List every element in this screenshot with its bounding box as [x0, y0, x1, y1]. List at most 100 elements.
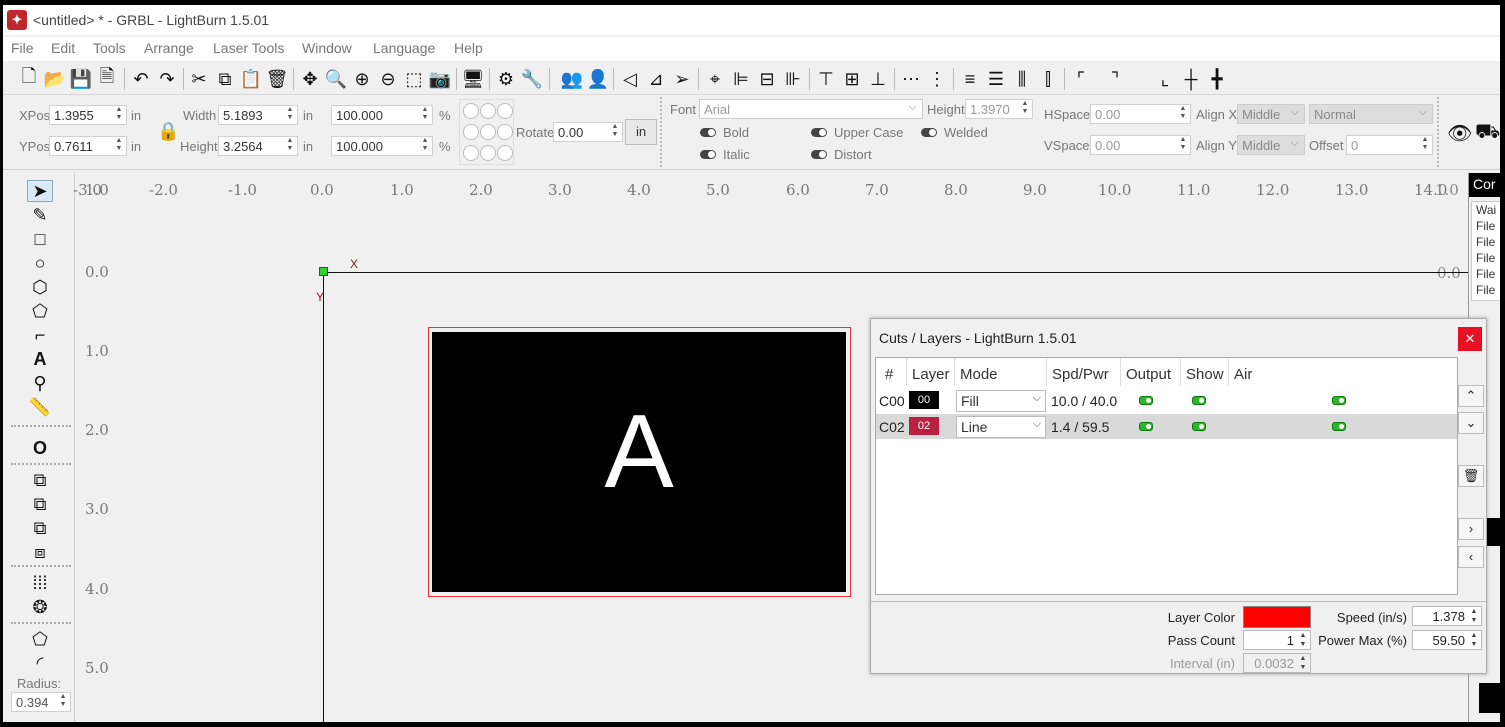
mode-select[interactable]: Line ⌵: [956, 416, 1046, 438]
menu-arrange[interactable]: Arrange: [144, 40, 194, 56]
distribute-h-icon[interactable]: ⋯: [899, 67, 923, 91]
camera-icon[interactable]: 📷: [428, 67, 452, 91]
anchor-bl[interactable]: [463, 145, 479, 161]
lock-icon[interactable]: 🔒: [157, 121, 179, 142]
corner-tl-icon[interactable]: ⌜: [1069, 67, 1093, 91]
zoom-in-icon[interactable]: ⊕: [350, 67, 374, 91]
col-header[interactable]: Air: [1234, 366, 1252, 383]
upper-case-toggle[interactable]: [811, 128, 827, 137]
edit-nodes-icon[interactable]: ⬠: [27, 628, 53, 650]
select-tool-icon[interactable]: ➤: [27, 180, 53, 202]
move-layer-down-icon[interactable]: ⌄: [1458, 412, 1484, 434]
col-header[interactable]: Mode: [960, 366, 998, 383]
weld-icon[interactable]: ⧈: [27, 541, 53, 563]
radius-field[interactable]: 0.394 ▲ ▼: [11, 692, 71, 712]
text-tool-icon[interactable]: A: [27, 348, 53, 370]
distort-toggle[interactable]: [811, 150, 827, 159]
anchor-tr[interactable]: [497, 103, 513, 119]
bold-toggle[interactable]: [700, 128, 716, 137]
xpos-field[interactable]: 1.3955 ▲ ▼: [49, 105, 127, 125]
save-icon[interactable]: 💾: [69, 67, 93, 91]
delete-icon[interactable]: 🗑: [265, 67, 289, 91]
air-toggle[interactable]: [1332, 422, 1346, 431]
eye-icon[interactable]: 👁: [1447, 121, 1472, 146]
polygon-tool-icon[interactable]: ⬡: [27, 276, 53, 298]
crosshair-icon[interactable]: ┼: [1179, 67, 1203, 91]
menu-tools[interactable]: Tools: [93, 40, 126, 56]
align-middle-icon[interactable]: ⊞: [840, 67, 864, 91]
anchor-mr[interactable]: [497, 124, 513, 140]
mode-select[interactable]: Fill ⌵: [956, 390, 1046, 412]
col-header[interactable]: Spd/Pwr: [1052, 366, 1109, 383]
interval-field[interactable]: 0.0032 ▲ ▼: [1243, 653, 1311, 673]
menu-help[interactable]: Help: [454, 40, 483, 56]
italic-toggle[interactable]: [700, 150, 716, 159]
height-field[interactable]: 3.2564 ▲ ▼: [218, 136, 298, 156]
unit-toggle-button[interactable]: in: [625, 119, 657, 145]
scale-width-field[interactable]: 100.000 ▲ ▼: [331, 105, 433, 125]
welded-toggle[interactable]: [921, 128, 937, 137]
position-tool-icon[interactable]: ⚲: [27, 372, 53, 394]
target-icon[interactable]: ⌖: [703, 67, 727, 91]
offset-field[interactable]: 0 ▲ ▼: [1346, 135, 1433, 155]
col-header[interactable]: #: [885, 366, 893, 383]
align-x-select[interactable]: Middle ⌵: [1237, 104, 1305, 124]
rotate-field[interactable]: 0.00 ▲ ▼: [553, 122, 623, 142]
next-icon[interactable]: ›: [1458, 518, 1484, 540]
layer-color-swatch[interactable]: [1243, 606, 1311, 628]
measure-tool-icon[interactable]: 📏: [27, 396, 53, 418]
center-h-icon[interactable]: ⫼: [1010, 67, 1034, 91]
align-right-icon[interactable]: ⊪: [781, 67, 805, 91]
boolean-intersect-icon[interactable]: ⧉: [27, 517, 53, 539]
vspace-field[interactable]: 0.00 ▲ ▼: [1090, 135, 1191, 155]
distribute-v-icon[interactable]: ⋮: [925, 67, 949, 91]
air-toggle[interactable]: [1332, 396, 1346, 405]
new-file-icon[interactable]: 🗋: [17, 66, 41, 91]
redo-icon[interactable]: ↷: [155, 67, 179, 91]
selected-shape[interactable]: A: [428, 327, 851, 597]
corner-radius-icon[interactable]: ◜: [27, 652, 53, 674]
power-max-field[interactable]: 59.50 ▲ ▼: [1412, 630, 1482, 650]
text-style-select[interactable]: Normal ⌵: [1309, 104, 1433, 124]
align-bottom-icon[interactable]: ⊥: [866, 67, 890, 91]
send-icon[interactable]: ➢: [670, 67, 694, 91]
hidden-control[interactable]: [1479, 683, 1500, 713]
anchor-br[interactable]: [497, 145, 513, 161]
layer-swatch[interactable]: 00: [909, 391, 939, 409]
speed-field[interactable]: 1.378 ▲ ▼: [1412, 606, 1482, 626]
menu-window[interactable]: Window: [302, 40, 352, 56]
settings-icon[interactable]: ⚙: [494, 67, 518, 91]
menu-file[interactable]: File: [11, 40, 34, 56]
laser-icon[interactable]: ⛟: [1475, 121, 1500, 146]
move-layer-up-icon[interactable]: ⌃: [1458, 385, 1484, 407]
undo-icon[interactable]: ↶: [129, 67, 153, 91]
corner-bl-icon[interactable]: ⌞: [1153, 67, 1177, 91]
output-toggle[interactable]: [1139, 422, 1153, 431]
crosshair-alt-icon[interactable]: ╋: [1205, 67, 1229, 91]
anchor-tl[interactable]: [463, 103, 479, 119]
circular-array-icon[interactable]: ❂: [27, 596, 53, 618]
layer-swatch[interactable]: 02: [909, 417, 939, 435]
zoom-fit-icon[interactable]: 🔍: [324, 67, 348, 91]
text-height-field[interactable]: 1.3970 ▲ ▼: [965, 99, 1033, 119]
width-field[interactable]: 5.1893 ▲ ▼: [218, 105, 298, 125]
origin-marker[interactable]: [319, 267, 328, 276]
flip-icon[interactable]: ⊿: [644, 67, 668, 91]
corner-tr-icon[interactable]: ⌝: [1103, 67, 1127, 91]
space-v-icon[interactable]: ☰: [984, 67, 1008, 91]
align-top-icon[interactable]: ⊤: [814, 67, 838, 91]
col-header[interactable]: Output: [1126, 366, 1171, 383]
ellipse-tool-icon[interactable]: ○: [27, 252, 53, 274]
anchor-tc[interactable]: [480, 103, 496, 119]
show-toggle[interactable]: [1192, 396, 1206, 405]
boolean-union-icon[interactable]: ⧉: [27, 469, 53, 491]
offset-tool-icon[interactable]: O: [27, 437, 53, 459]
anchor-mc[interactable]: [480, 124, 496, 140]
output-toggle[interactable]: [1139, 396, 1153, 405]
align-y-select[interactable]: Middle ⌵: [1237, 135, 1305, 155]
menu-language[interactable]: Language: [373, 40, 435, 56]
frame-select-icon[interactable]: ⬚: [402, 67, 426, 91]
paste-icon[interactable]: 📋: [239, 67, 263, 91]
ypos-field[interactable]: 0.7611 ▲ ▼: [49, 136, 127, 156]
menu-laser-tools[interactable]: Laser Tools: [213, 40, 284, 56]
